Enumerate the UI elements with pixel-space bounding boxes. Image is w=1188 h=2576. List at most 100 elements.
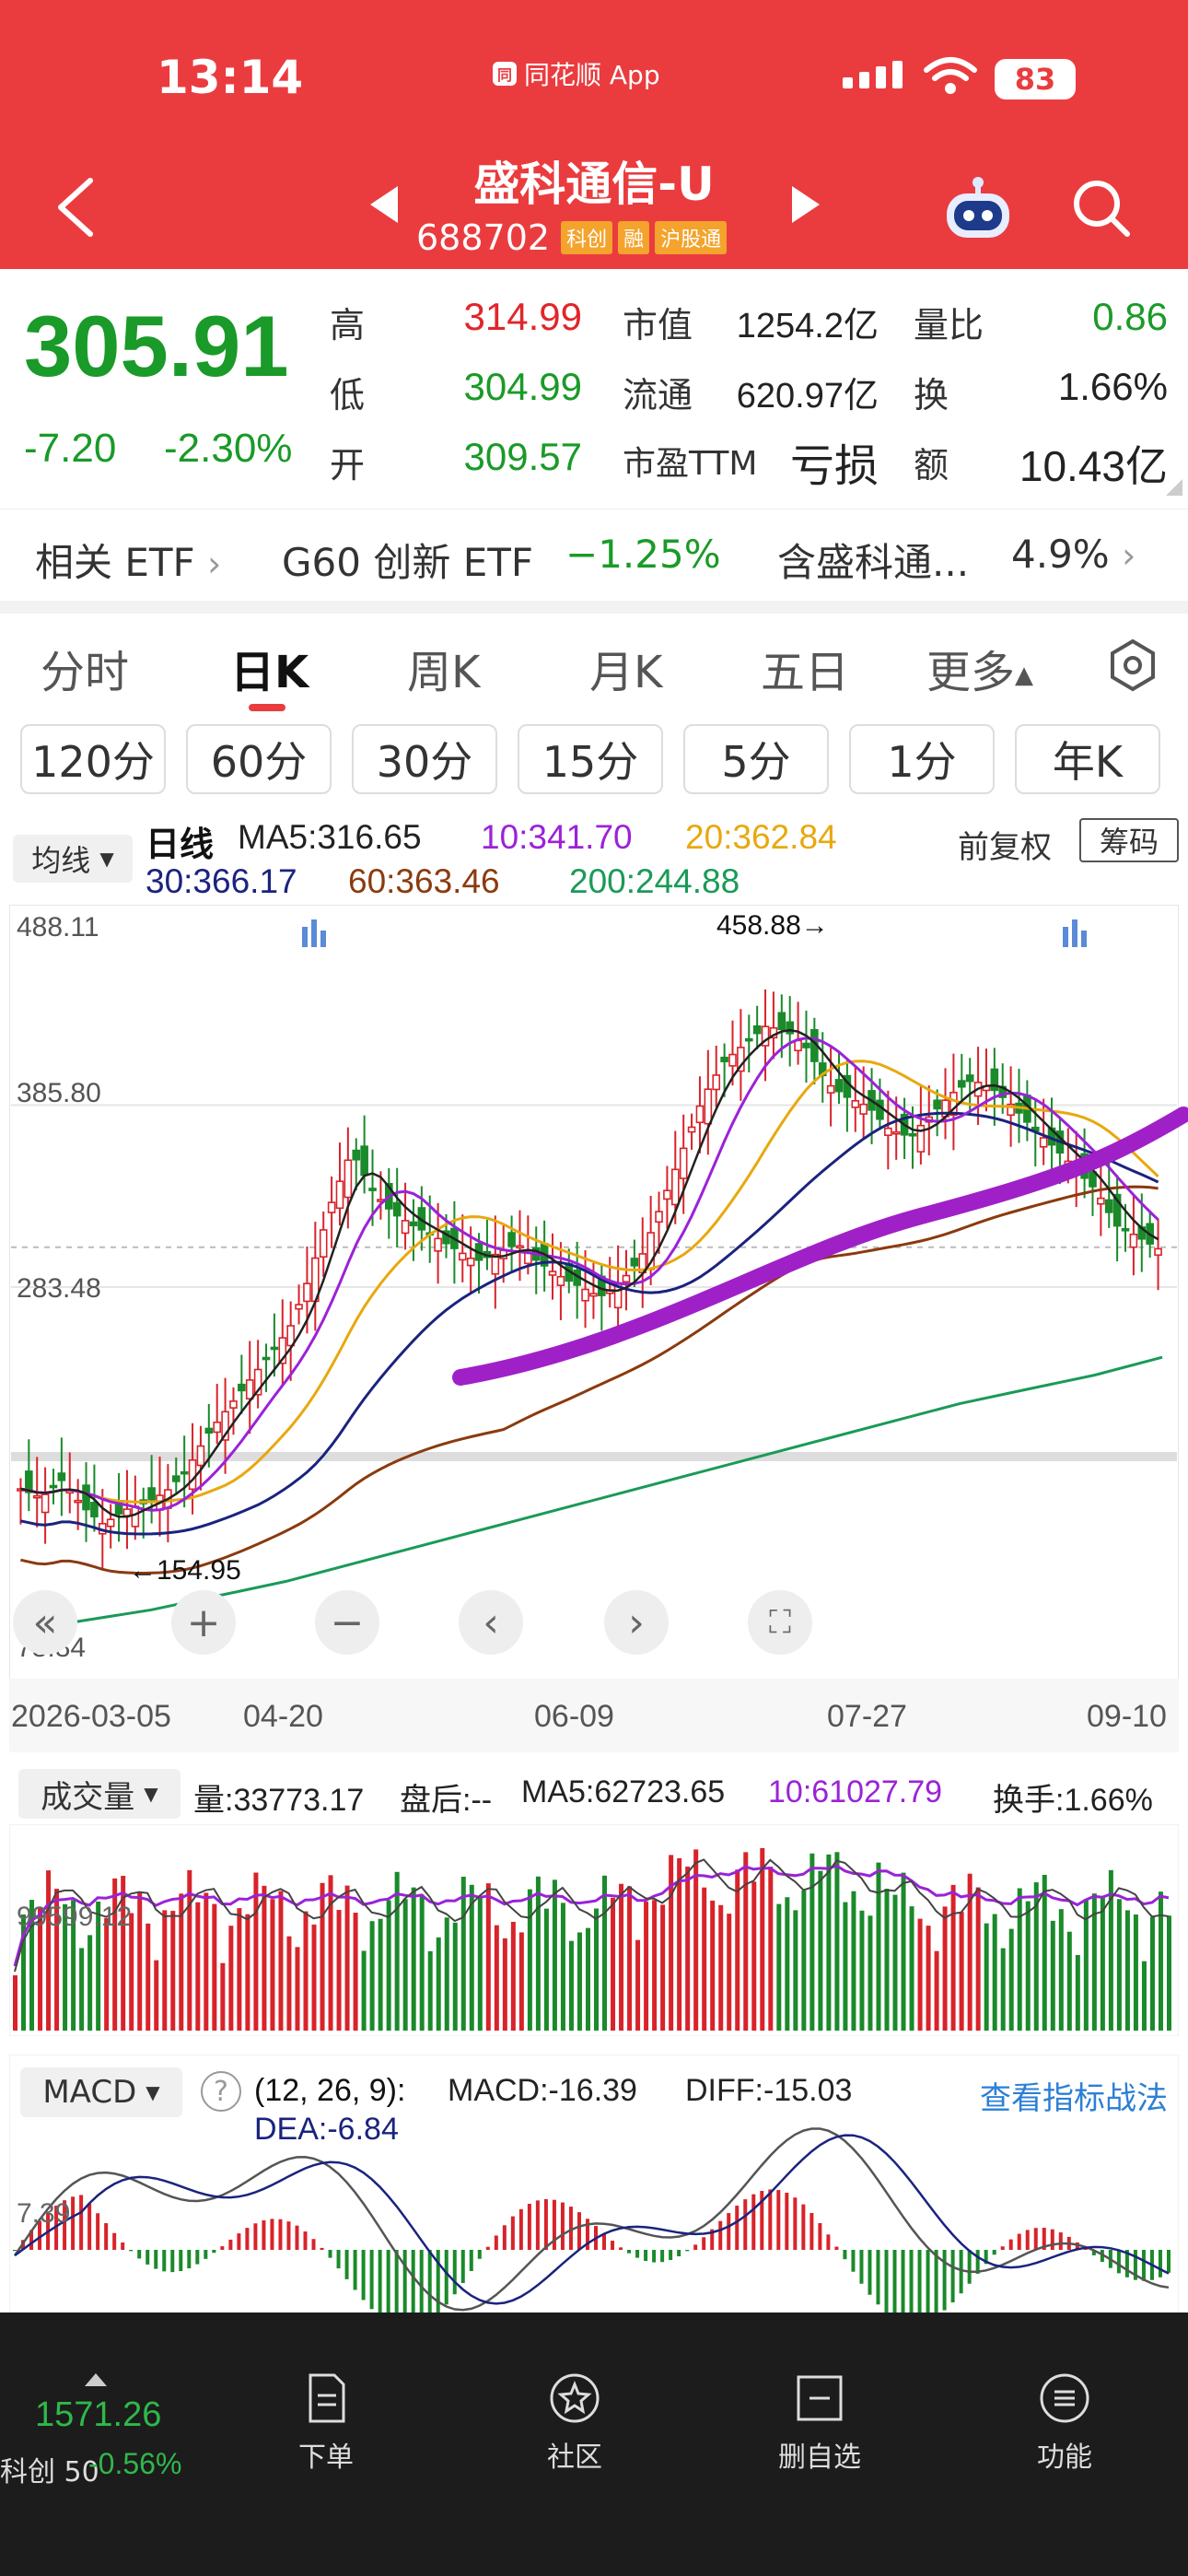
macd-histogram-bar [1058, 2232, 1063, 2250]
tab-weekly-k[interactable]: 周K [407, 636, 480, 700]
volume-chart[interactable] [9, 1824, 1179, 2036]
chart-info-icon[interactable] [300, 918, 328, 949]
tab-five-day[interactable]: 五日 [761, 636, 849, 700]
chevron-right-icon: › [1122, 535, 1136, 576]
volume-bar [286, 1936, 292, 2031]
robot-assistant-icon[interactable] [941, 175, 1015, 241]
zoom-out-button[interactable]: − [315, 1590, 379, 1655]
chip-distribution-button[interactable]: 筹码 [1079, 818, 1179, 862]
tab-monthly-k[interactable]: 月K [589, 636, 662, 700]
ma5-value: MA5:316.65 [238, 818, 422, 856]
volume-header: 成交量 ▼ 量:33773.17 盘后:-- MA5:62723.65 10:61… [9, 1754, 1179, 1833]
ma-indicator-dropdown[interactable]: 均线 ▼ [13, 835, 133, 883]
volume-bar [611, 1897, 616, 2031]
status-app-source: 同 同花顺 App [493, 55, 660, 92]
volume-bar [851, 1891, 856, 2031]
nav-remove-watchlist[interactable]: 删自选 [746, 2371, 893, 2475]
min-60-button[interactable]: 60分 [186, 724, 332, 794]
expand-corner-icon[interactable] [1166, 479, 1182, 496]
date-label-end: 09-10 [1087, 1699, 1167, 1734]
volume-bar [552, 1879, 557, 2031]
volume-bar [336, 1910, 342, 2031]
volume-bar [884, 1889, 890, 2031]
volume-bar [992, 1914, 997, 2031]
volume-bar [560, 1903, 565, 2031]
rewind-button[interactable]: « [13, 1590, 77, 1655]
min-15-button[interactable]: 15分 [518, 724, 663, 794]
tab-daily-k[interactable]: 日K [230, 636, 309, 700]
min-1-button[interactable]: 1分 [849, 724, 995, 794]
etf-contains-label[interactable]: 含盛科通... [777, 532, 969, 588]
tag-star-market: 科创 [561, 221, 613, 254]
volume-bar [1066, 1931, 1072, 2031]
amount-value: 10.43亿 [1019, 442, 1168, 490]
volume-indicator-dropdown[interactable]: 成交量 ▼ [18, 1769, 181, 1819]
volume-ma10: 10:61027.79 [768, 1774, 943, 1809]
macd-histogram-bar [677, 2250, 681, 2256]
macd-histogram-bar [909, 2250, 914, 2314]
volume-bar [776, 1903, 782, 2031]
macd-indicator-dropdown[interactable]: MACD ▼ [20, 2067, 182, 2117]
low-value: 304.99 [463, 365, 582, 408]
volume-bar [328, 1875, 333, 2031]
high-label: 高 [330, 305, 366, 345]
settings-icon[interactable] [1105, 638, 1160, 693]
volume-ratio-label: 量比 [914, 305, 984, 345]
macd-histogram-bar [295, 2225, 299, 2250]
nav-functions[interactable]: 功能 [991, 2371, 1138, 2475]
volume-bar [386, 1900, 391, 2031]
macd-histogram-bar [204, 2250, 208, 2259]
expand-up-icon[interactable] [85, 2373, 107, 2386]
help-icon[interactable]: ? [201, 2071, 241, 2112]
tab-more[interactable]: 更多▲ [926, 636, 1033, 700]
nav-order[interactable]: 下单 [252, 2371, 400, 2475]
min-30-button[interactable]: 30分 [352, 724, 497, 794]
volume-bar [577, 1932, 582, 2031]
etf-weight[interactable]: 4.9% › [1011, 532, 1136, 577]
macd-histogram-bar [826, 2234, 831, 2250]
tab-intraday[interactable]: 分时 [41, 636, 129, 700]
macd-histogram-bar [602, 2233, 607, 2250]
scroll-right-button[interactable]: › [604, 1590, 669, 1655]
fullscreen-icon[interactable]: ⛶ [748, 1590, 812, 1655]
macd-axis-label: 7.39 [17, 2198, 71, 2229]
chevron-right-icon: › [207, 544, 222, 584]
battery-icon: 83 [995, 59, 1076, 100]
open-label: 开 [330, 445, 366, 486]
related-etf-row[interactable]: 相关 ETF › G60 创新 ETF −1.25% 含盛科通... 4.9% … [0, 509, 1188, 601]
zoom-in-button[interactable]: + [171, 1590, 236, 1655]
price-axis-top: 488.11 [17, 912, 99, 943]
search-icon[interactable] [1068, 175, 1133, 240]
year-k-button[interactable]: 年K [1015, 724, 1160, 794]
nav-community[interactable]: 社区 [501, 2371, 648, 2475]
index-value[interactable]: 1571.26 [35, 2395, 161, 2435]
volume-bar [984, 1923, 989, 2031]
min-120-button[interactable]: 120分 [20, 724, 166, 794]
macd-histogram-bar [735, 2206, 740, 2250]
volume-bar [760, 1847, 765, 2031]
next-stock-button[interactable] [792, 186, 820, 223]
macd-histogram-bar [220, 2246, 225, 2250]
etf-name[interactable]: G60 创新 ETF [282, 532, 533, 588]
macd-header: MACD ▼ ? (12, 26, 9): MACD:-16.39 DIFF:-1… [9, 2055, 1179, 2147]
chart-info-icon[interactable] [1061, 918, 1089, 949]
volume-bar [518, 1932, 524, 2031]
volume-value: 量:33773.17 [193, 1783, 365, 1818]
macd-histogram-bar [884, 2250, 889, 2313]
volume-bar [79, 1948, 85, 2031]
price-adjust-label[interactable]: 前复权 [958, 822, 1052, 867]
status-app-label: 同花顺 App [524, 60, 660, 90]
scroll-left-button[interactable]: ‹ [459, 1590, 523, 1655]
indicator-strategy-link[interactable]: 查看指标战法 [980, 2073, 1168, 2118]
macd-histogram-bar [793, 2197, 798, 2250]
order-document-icon [309, 2373, 345, 2423]
volume-bar [485, 1883, 491, 2031]
min-5-button[interactable]: 5分 [683, 724, 829, 794]
prev-stock-button[interactable] [370, 186, 398, 223]
diff-value: DIFF:-15.03 [685, 2073, 853, 2108]
price-axis-lower: 283.48 [17, 1273, 101, 1304]
related-etf-label[interactable]: 相关 ETF › [35, 532, 221, 588]
macd-histogram-bar [950, 2250, 955, 2302]
volume-bar [204, 1892, 209, 2031]
volume-bar [311, 1924, 317, 2031]
